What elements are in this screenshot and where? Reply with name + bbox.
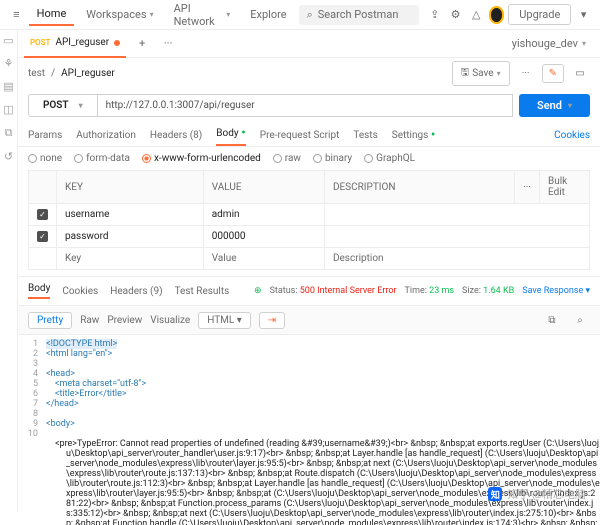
- resp-headers[interactable]: Headers (9): [110, 286, 162, 297]
- col-key: KEY: [57, 171, 204, 204]
- tab-title: API_reguser: [55, 37, 109, 48]
- view-bar: Pretty Raw Preview Visualize HTML ▾ ⇥ ⧉ …: [18, 305, 600, 335]
- radio-formdata[interactable]: form-data: [74, 153, 130, 164]
- collections-icon[interactable]: ▭: [3, 34, 13, 47]
- notif-icon[interactable]: △: [468, 5, 485, 25]
- time-label: Time: 23 ms: [405, 286, 455, 296]
- value-cell[interactable]: 000000: [203, 226, 324, 248]
- lang-select[interactable]: HTML ▾: [198, 312, 251, 329]
- value-cell[interactable]: admin: [203, 204, 324, 226]
- params-table: KEY VALUE DESCRIPTION ··· Bulk Edit ✓ us…: [28, 170, 590, 270]
- url-row: POST▾ http://127.0.0.1:3007/api/reguser …: [18, 88, 600, 123]
- monitor-icon[interactable]: ⧉: [5, 126, 13, 140]
- settings-icon[interactable]: ⚙: [447, 5, 464, 25]
- search-input[interactable]: ⌕ Search Postman: [299, 5, 419, 25]
- copy-icon[interactable]: ⧉: [542, 310, 562, 330]
- env-icon[interactable]: ▤: [3, 80, 13, 93]
- request-tab[interactable]: POST API_reguser: [24, 30, 126, 58]
- add-tab-button[interactable]: +: [132, 34, 152, 54]
- desc-ph[interactable]: Description: [324, 248, 589, 270]
- resp-cookies[interactable]: Cookies: [62, 286, 98, 297]
- response-tabs: Body Cookies Headers (9) Test Results ⊕ …: [18, 276, 600, 305]
- history-icon[interactable]: ↺: [4, 150, 13, 163]
- avatar[interactable]: [489, 6, 505, 24]
- view-pretty[interactable]: Pretty: [28, 312, 72, 329]
- col-value: VALUE: [203, 171, 324, 204]
- save-button[interactable]: 🖫 Save ▾: [452, 61, 510, 86]
- tab-prereq[interactable]: Pre-request Script: [260, 130, 340, 146]
- send-button[interactable]: Send▾: [519, 94, 590, 117]
- table-row[interactable]: ✓ username admin: [29, 204, 590, 226]
- topbar: ≡ Home Workspaces▾ API Network▾ Explore …: [0, 0, 600, 30]
- environment-select[interactable]: yishouge_dev▾: [504, 37, 594, 50]
- radio-none[interactable]: none: [28, 153, 62, 164]
- nav-workspaces[interactable]: Workspaces▾: [78, 4, 161, 25]
- nav-home[interactable]: Home: [29, 3, 75, 26]
- resp-body[interactable]: Body: [28, 283, 50, 299]
- col-more[interactable]: ···: [515, 171, 540, 204]
- tab-body[interactable]: Body •: [216, 128, 246, 146]
- wrap-button[interactable]: ⇥: [259, 312, 285, 329]
- invite-icon[interactable]: ⇪: [427, 5, 444, 25]
- radio-graphql[interactable]: GraphQL: [364, 153, 415, 164]
- method-tag: POST: [30, 38, 50, 47]
- resp-tests[interactable]: Test Results: [175, 286, 230, 297]
- nav-explore[interactable]: Explore: [242, 4, 294, 25]
- apis-icon[interactable]: ⚘: [4, 57, 14, 70]
- size-label: Size: 1.64 KB: [462, 286, 514, 296]
- radio-xwww[interactable]: x-www-form-urlencoded: [142, 153, 261, 164]
- request-subtabs: Params Authorization Headers (8) Body • …: [18, 123, 600, 147]
- error-trace: <pre>TypeError: Cannot read properties o…: [18, 439, 600, 525]
- status-label: Status: 500 Internal Server Error: [270, 286, 397, 296]
- key-cell[interactable]: username: [57, 204, 204, 226]
- desc-cell[interactable]: [324, 204, 589, 226]
- radio-binary[interactable]: binary: [313, 153, 352, 164]
- bulk-edit-link[interactable]: Bulk Edit: [540, 171, 590, 204]
- col-desc: DESCRIPTION: [324, 171, 514, 204]
- watermark: 知知乎 @精芯电脑: [488, 486, 586, 502]
- desc-cell[interactable]: [324, 226, 589, 248]
- value-ph[interactable]: Value: [203, 248, 324, 270]
- globe-icon: ⊕: [254, 286, 262, 296]
- breadcrumb: test / API_reguser 🖫 Save ▾ ··· ✎ ▭: [18, 58, 600, 88]
- crumb-parent[interactable]: test: [28, 68, 45, 79]
- search-resp-icon[interactable]: ⌕: [570, 310, 590, 330]
- save-response-link[interactable]: Save Response ▾: [522, 286, 590, 296]
- view-preview[interactable]: Preview: [107, 315, 142, 326]
- view-visualize[interactable]: Visualize: [150, 315, 190, 326]
- menu-icon[interactable]: ≡: [8, 5, 25, 25]
- nav-apinetwork[interactable]: API Network▾: [166, 0, 239, 32]
- body-type-row: none form-data x-www-form-urlencoded raw…: [18, 147, 600, 170]
- view-raw[interactable]: Raw: [80, 315, 99, 326]
- radio-raw[interactable]: raw: [273, 153, 301, 164]
- unsaved-dot-icon: [114, 40, 120, 46]
- tab-auth[interactable]: Authorization: [76, 130, 136, 146]
- tabbar: POST API_reguser + ··· yishouge_dev▾: [18, 30, 600, 58]
- checkbox-icon[interactable]: ✓: [37, 231, 48, 242]
- tab-more-button[interactable]: ···: [158, 34, 178, 54]
- sidebar-toggle-icon[interactable]: ▭: [570, 63, 590, 83]
- cookies-link[interactable]: Cookies: [554, 130, 590, 146]
- more-button[interactable]: ···: [516, 63, 536, 83]
- method-select[interactable]: POST▾: [28, 94, 97, 117]
- tab-params[interactable]: Params: [28, 130, 62, 146]
- mock-icon[interactable]: ◫: [3, 103, 13, 116]
- url-input[interactable]: http://127.0.0.1:3007/api/reguser: [97, 94, 513, 117]
- crumb-current: API_reguser: [61, 68, 115, 79]
- table-row[interactable]: ✓ password 000000: [29, 226, 590, 248]
- tab-settings[interactable]: Settings •: [392, 130, 436, 146]
- key-cell[interactable]: password: [57, 226, 204, 248]
- tab-tests[interactable]: Tests: [353, 130, 377, 146]
- left-rail: ▭ ⚘ ▤ ◫ ⧉ ↺: [0, 30, 18, 512]
- search-icon: ⌕: [307, 8, 313, 22]
- upgrade-button[interactable]: Upgrade: [508, 4, 571, 25]
- checkbox-icon[interactable]: ✓: [37, 209, 48, 220]
- key-ph[interactable]: Key: [57, 248, 204, 270]
- edit-button[interactable]: ✎: [542, 64, 564, 83]
- chevron-down-icon[interactable]: ▾: [575, 5, 592, 25]
- table-row-new[interactable]: Key Value Description: [29, 248, 590, 270]
- tab-headers[interactable]: Headers (8): [150, 130, 202, 146]
